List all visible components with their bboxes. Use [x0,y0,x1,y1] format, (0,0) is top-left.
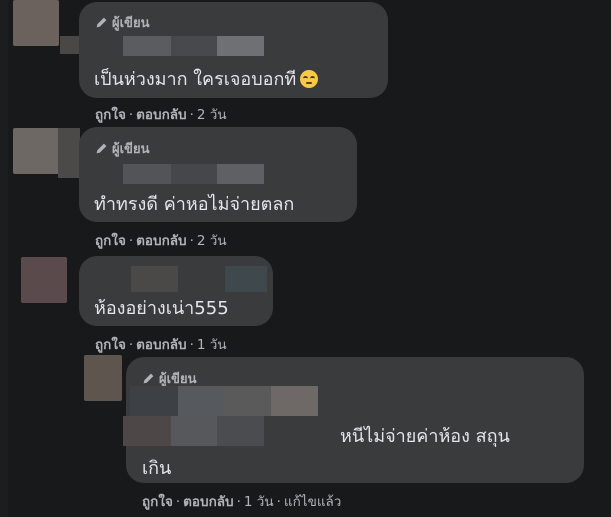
comment-actions: ถูกใจ · ตอบกลับ · 1 วัน [95,337,227,353]
avatar[interactable] [84,355,122,401]
edited-label[interactable]: แก้ไขแล้ว [284,494,341,510]
comment-actions: ถูกใจ · ตอบกลับ · 1 วัน · แก้ไขแล้ว [142,494,342,510]
pencil-icon [96,143,107,154]
blurred-name [171,416,217,446]
blurred-name [131,266,178,292]
comment-actions: ถูกใจ · ตอบกลับ · 2 วัน [95,107,227,123]
blurred-name [171,164,217,184]
avatar[interactable] [21,257,67,303]
blurred-name [217,36,264,56]
like-button[interactable]: ถูกใจ [95,337,126,353]
blurred-name [224,386,271,416]
timestamp[interactable]: 1 วัน [197,337,227,353]
like-button[interactable]: ถูกใจ [95,107,126,123]
comment-text-line1: หนีไม่จ่ายค่าห้อง สถุน [340,426,510,447]
comment-text: ทำทรงดี ค่าหอไม่จ่ายตลก [94,194,295,215]
author-badge: ผู้เขียน [95,138,149,159]
comment-text-line2: เกิน [142,458,172,479]
rolling-eyes-emoji [300,70,319,88]
blurred-name [271,386,318,416]
blurred-name [171,36,217,56]
blurred-name [178,386,224,416]
blurred-name [130,386,178,416]
reply-button[interactable]: ตอบกลับ [183,494,233,510]
avatar[interactable] [13,128,59,174]
blurred-name [123,416,171,446]
thread-line [0,0,8,517]
blurred-name [225,266,267,292]
blurred-name [123,164,171,184]
reply-button[interactable]: ตอบกลับ [136,107,186,123]
timestamp[interactable]: 2 วัน [197,107,227,123]
reply-button[interactable]: ตอบกลับ [136,337,186,353]
author-badge: ผู้เขียน [95,12,149,33]
comment-actions: ถูกใจ · ตอบกลับ · 2 วัน [95,233,227,249]
timestamp[interactable]: 2 วัน [197,233,227,249]
comment-text: เป็นห่วงมาก ใครเจอบอกที [94,64,319,93]
like-button[interactable]: ถูกใจ [142,494,173,510]
blurred-name [123,36,171,56]
avatar-blur [60,36,80,54]
blurred-name [217,164,264,184]
pencil-icon [96,17,107,28]
avatar[interactable] [13,0,59,46]
timestamp[interactable]: 1 วัน [244,494,274,510]
avatar-blur [58,128,80,178]
reply-button[interactable]: ตอบกลับ [136,233,186,249]
like-button[interactable]: ถูกใจ [95,233,126,249]
pencil-icon [143,373,154,384]
comment-text: ห้องอย่างเน่า555 [94,298,229,319]
blurred-name [217,416,264,446]
